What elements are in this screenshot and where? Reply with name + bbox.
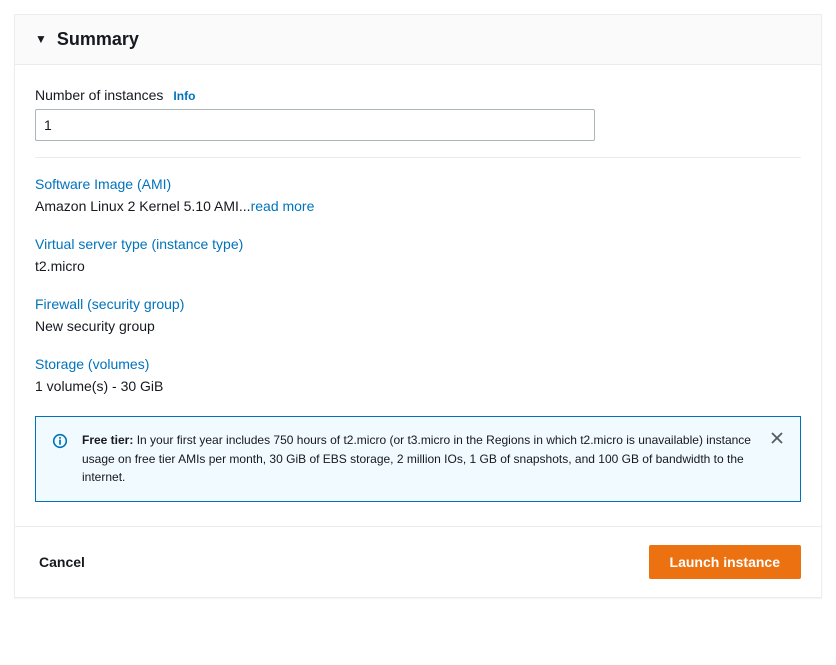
instance-type-value: t2.micro: [35, 258, 801, 274]
free-tier-body: In your first year includes 750 hours of…: [82, 433, 751, 484]
free-tier-alert: Free tier: In your first year includes 7…: [35, 416, 801, 502]
info-link[interactable]: Info: [173, 89, 195, 103]
summary-footer: Cancel Launch instance: [15, 526, 821, 597]
summary-header: ▼ Summary: [15, 15, 821, 65]
close-icon[interactable]: [768, 429, 786, 451]
number-of-instances-label: Number of instances: [35, 87, 163, 103]
software-image-section: Software Image (AMI) Amazon Linux 2 Kern…: [35, 176, 801, 214]
storage-section: Storage (volumes) 1 volume(s) - 30 GiB: [35, 356, 801, 394]
storage-link[interactable]: Storage (volumes): [35, 356, 149, 372]
cancel-button[interactable]: Cancel: [35, 548, 89, 576]
instance-type-link[interactable]: Virtual server type (instance type): [35, 236, 243, 252]
firewall-value: New security group: [35, 318, 801, 334]
info-icon: [52, 431, 68, 487]
instance-type-section: Virtual server type (instance type) t2.m…: [35, 236, 801, 274]
free-tier-bold: Free tier:: [82, 433, 133, 447]
software-image-link[interactable]: Software Image (AMI): [35, 176, 171, 192]
summary-panel: ▼ Summary Number of instances Info Softw…: [14, 14, 822, 598]
summary-toggle[interactable]: ▼ Summary: [35, 29, 801, 50]
software-image-text: Amazon Linux 2 Kernel 5.10 AMI...: [35, 198, 251, 214]
launch-instance-button[interactable]: Launch instance: [649, 545, 801, 579]
free-tier-text: Free tier: In your first year includes 7…: [82, 431, 756, 487]
number-of-instances-input[interactable]: [35, 109, 595, 141]
software-image-value: Amazon Linux 2 Kernel 5.10 AMI...read mo…: [35, 198, 801, 214]
caret-down-icon: ▼: [35, 32, 47, 46]
firewall-link[interactable]: Firewall (security group): [35, 296, 184, 312]
firewall-section: Firewall (security group) New security g…: [35, 296, 801, 334]
summary-title: Summary: [57, 29, 139, 50]
summary-body: Number of instances Info Software Image …: [15, 65, 821, 502]
storage-value: 1 volume(s) - 30 GiB: [35, 378, 801, 394]
read-more-link[interactable]: read more: [251, 198, 315, 214]
number-of-instances-field: Number of instances Info: [35, 87, 801, 158]
